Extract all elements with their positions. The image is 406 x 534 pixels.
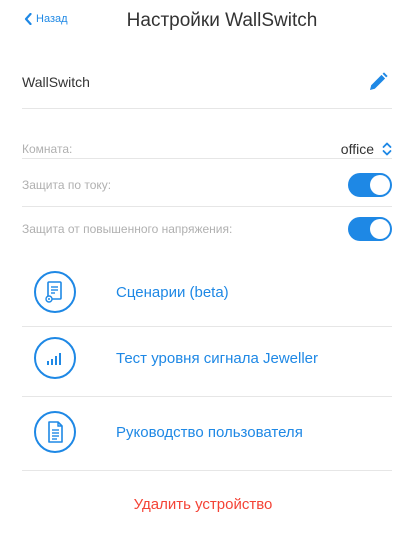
overvoltage-protection-label: Защита от повышенного напряжения:	[22, 222, 233, 236]
room-select[interactable]: office	[341, 141, 392, 157]
document-icon	[34, 411, 76, 453]
pencil-icon[interactable]	[368, 72, 388, 92]
room-label: Комната:	[22, 142, 73, 156]
chevron-up-down-icon	[382, 142, 392, 156]
divider	[22, 206, 392, 207]
divider	[22, 158, 392, 159]
toggle-knob	[370, 219, 390, 239]
signal-bars-icon	[34, 337, 76, 379]
device-name-row: WallSwitch	[22, 62, 392, 102]
toggle-knob	[370, 175, 390, 195]
menu-item-scenarios[interactable]: Сценарии (beta)	[34, 264, 374, 320]
room-value: office	[340, 141, 374, 157]
device-name: WallSwitch	[22, 74, 90, 90]
room-row: Комната: office	[22, 134, 392, 164]
divider	[22, 470, 392, 471]
menu-item-user-manual[interactable]: Руководство пользователя	[34, 404, 374, 460]
current-protection-row: Защита по току:	[22, 170, 392, 200]
menu-item-label: Сценарии (beta)	[116, 283, 229, 301]
menu-item-signal-test[interactable]: Тест уровня сигнала Jeweller	[34, 330, 374, 386]
overvoltage-protection-toggle[interactable]	[348, 217, 392, 241]
page-title: Настройки WallSwitch	[126, 10, 318, 31]
header: Назад Настройки WallSwitch	[0, 0, 406, 48]
menu-item-label: Тест уровня сигнала Jeweller	[116, 349, 319, 367]
overvoltage-protection-row: Защита от повышенного напряжения:	[22, 214, 392, 244]
scenarios-icon	[34, 271, 76, 313]
menu-item-label: Руководство пользователя	[116, 423, 303, 441]
current-protection-toggle[interactable]	[348, 173, 392, 197]
current-protection-label: Защита по току:	[22, 178, 112, 192]
divider	[22, 108, 392, 109]
divider	[22, 396, 392, 397]
delete-device-button[interactable]: Удалить устройство	[0, 496, 406, 513]
divider	[22, 326, 392, 327]
